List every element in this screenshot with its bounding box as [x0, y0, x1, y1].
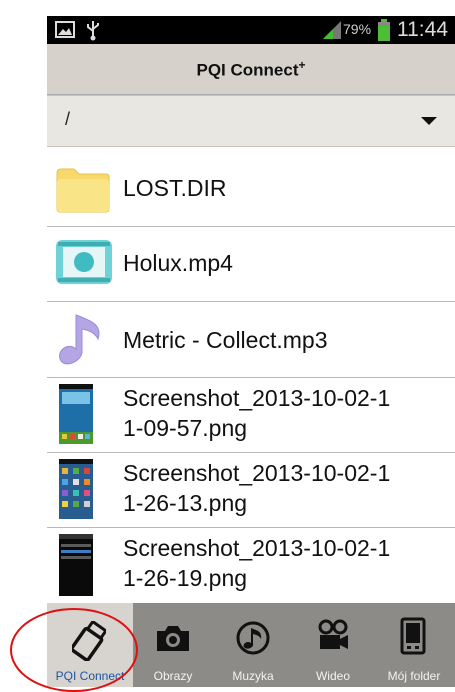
- tab-wideo[interactable]: Wideo: [293, 603, 373, 687]
- music-file-icon: [59, 314, 100, 365]
- file-name: Screenshot_2013-10-02-1 1-26-13.png: [123, 460, 391, 516]
- tab-label: Wideo: [315, 669, 350, 683]
- list-item-screenshot-1[interactable]: Screenshot_2013-10-02-1 1-09-57.png: [47, 377, 455, 453]
- file-name: Holux.mp4: [123, 250, 233, 276]
- list-item-screenshot-3[interactable]: Screenshot_2013-10-02-1 1-26-19.png: [47, 527, 455, 603]
- tab-muzyka[interactable]: Muzyka: [213, 603, 293, 687]
- file-name: Screenshot_2013-10-02-1 1-09-57.png: [123, 385, 391, 441]
- dropdown-arrow-icon: [421, 117, 437, 125]
- tab-label: Mój folder: [387, 669, 441, 683]
- image-thumbnail: [59, 459, 93, 519]
- status-bar: 79% 11:44: [47, 16, 455, 44]
- app-title: PQI Connect+: [196, 57, 306, 80]
- video-camera-icon: [318, 619, 348, 649]
- file-name: Screenshot_2013-10-02-1 1-26-19.png: [123, 535, 391, 591]
- video-file-icon: [56, 240, 112, 284]
- file-name: Metric - Collect.mp3: [123, 327, 328, 353]
- tab-obrazy[interactable]: Obrazy: [133, 603, 213, 687]
- list-item-holux-mp4[interactable]: Holux.mp4: [47, 226, 455, 302]
- image-thumbnail: [59, 534, 93, 596]
- list-item-screenshot-2[interactable]: Screenshot_2013-10-02-1 1-26-13.png: [47, 452, 455, 528]
- battery-icon: [378, 19, 390, 41]
- list-item-metric-mp3[interactable]: Metric - Collect.mp3: [47, 301, 455, 378]
- music-disc-icon: [236, 621, 270, 655]
- gallery-notification-icon: [55, 21, 75, 38]
- list-item-lost-dir[interactable]: LOST.DIR: [47, 151, 455, 227]
- signal-icon: [323, 21, 341, 39]
- camera-icon: [157, 626, 189, 651]
- folder-icon: [56, 168, 110, 213]
- tab-moj-folder[interactable]: Mój folder: [373, 603, 455, 687]
- path-selector[interactable]: /: [47, 95, 455, 147]
- tab-label: Obrazy: [153, 669, 193, 683]
- battery-percent: 79%: [343, 21, 372, 37]
- file-name: LOST.DIR: [123, 175, 227, 201]
- app-title-bar: PQI Connect+: [47, 44, 455, 95]
- usb-notification-icon: [87, 21, 99, 41]
- clock: 11:44: [397, 18, 448, 41]
- image-thumbnail: [59, 384, 93, 444]
- tab-label: Muzyka: [232, 669, 274, 683]
- current-path: /: [65, 109, 71, 129]
- annotation-highlight-circle: [10, 608, 138, 692]
- phone-folder-icon: [400, 617, 426, 655]
